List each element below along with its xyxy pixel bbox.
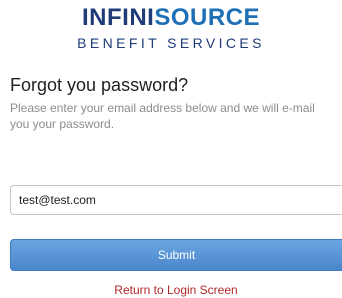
company-logo: INFINISOURCE BENEFIT SERVICES [0,4,342,52]
logo-wordmark-part1: INFINI [81,4,155,31]
submit-button[interactable]: Submit [10,239,342,271]
return-to-login-link[interactable]: Return to Login Screen [0,283,342,298]
instructions-text: Please enter your email address below an… [10,101,315,131]
forgot-password-page: INFINISOURCE BENEFIT SERVICES Forgot you… [0,0,342,298]
email-field[interactable] [10,185,342,215]
page-title: Forgot you password? [10,75,189,95]
logo-wordmark: INFINISOURCE [0,4,342,32]
logo-tagline: BENEFIT SERVICES [77,35,265,51]
logo-wordmark-part2: SOURCE [154,4,260,31]
